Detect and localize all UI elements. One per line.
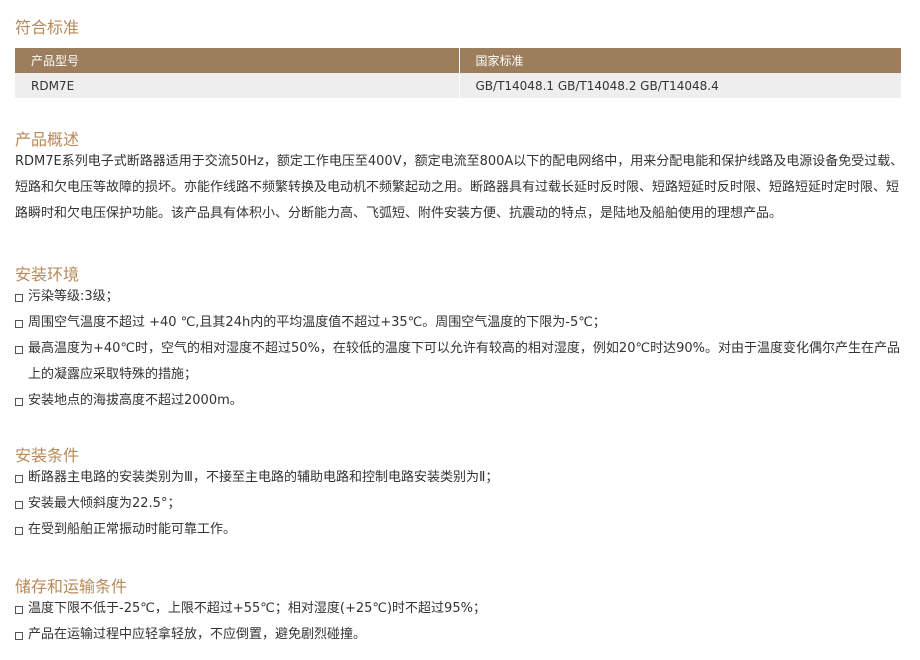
list-item: 安装最大倾斜度为22.5°； <box>15 491 910 517</box>
list-item-text: 最高温度为+40℃时，空气的相对湿度不超过50%，在较低的温度下可以允许有较高的… <box>28 341 900 382</box>
storage-title: 储存和运输条件 <box>15 577 128 596</box>
table-header-row: 产品型号 国家标准 <box>15 48 901 73</box>
header-national-standard: 国家标准 <box>459 48 901 73</box>
list-item-text: 周围空气温度不超过 +40 ℃,且其24h内的平均温度值不超过+35℃。周围空气… <box>28 315 606 330</box>
list-item-text: 安装地点的海拔高度不超过2000m。 <box>28 393 243 408</box>
checkbox-square-icon <box>15 606 23 614</box>
checkbox-square-icon <box>15 475 23 483</box>
standards-table: 产品型号 国家标准 RDM7E GB/T14048.1 GB/T14048.2 … <box>15 48 901 98</box>
checkbox-square-icon <box>15 294 23 302</box>
list-item-text: 产品在运输过程中应轻拿轻放，不应倒置，避免剧烈碰撞。 <box>28 627 367 642</box>
conditions-title: 安装条件 <box>15 446 80 465</box>
checkbox-square-icon <box>15 320 23 328</box>
checkbox-square-icon <box>15 632 23 640</box>
standards-title: 符合标准 <box>15 18 80 37</box>
header-product-model: 产品型号 <box>15 48 460 73</box>
list-item: 污染等级:3级； <box>15 284 910 310</box>
environment-title: 安装环境 <box>15 265 80 284</box>
list-item: 产品在运输过程中应轻拿轻放，不应倒置，避免剧烈碰撞。 <box>15 622 910 648</box>
list-item: 断路器主电路的安装类别为Ⅲ，不接至主电路的辅助电路和控制电路安装类别为Ⅱ； <box>15 465 910 491</box>
checkbox-square-icon <box>15 398 23 406</box>
overview-text: RDM7E系列电子式断路器适用于交流50Hz，额定工作电压至400V，额定电流至… <box>15 154 904 221</box>
checkbox-square-icon <box>15 527 23 535</box>
checkbox-square-icon <box>15 346 23 354</box>
list-item-text: 污染等级:3级； <box>28 289 119 304</box>
list-item-text: 安装最大倾斜度为22.5°； <box>28 496 181 511</box>
overview-title: 产品概述 <box>15 130 80 149</box>
checkbox-square-icon <box>15 501 23 509</box>
list-item: 安装地点的海拔高度不超过2000m。 <box>15 388 910 414</box>
conditions-list: 断路器主电路的安装类别为Ⅲ，不接至主电路的辅助电路和控制电路安装类别为Ⅱ； 安装… <box>15 465 910 543</box>
list-item: 最高温度为+40℃时，空气的相对湿度不超过50%，在较低的温度下可以允许有较高的… <box>15 336 910 388</box>
cell-product-model: RDM7E <box>15 73 460 98</box>
cell-national-standard: GB/T14048.1 GB/T14048.2 GB/T14048.4 <box>459 73 901 98</box>
list-item-text: 断路器主电路的安装类别为Ⅲ，不接至主电路的辅助电路和控制电路安装类别为Ⅱ； <box>28 470 499 485</box>
environment-list: 污染等级:3级； 周围空气温度不超过 +40 ℃,且其24h内的平均温度值不超过… <box>15 284 910 414</box>
list-item-text: 温度下限不低于-25℃，上限不超过+55℃；相对湿度(+25℃)时不超过95%； <box>28 601 486 616</box>
list-item: 温度下限不低于-25℃，上限不超过+55℃；相对湿度(+25℃)时不超过95%； <box>15 596 910 622</box>
list-item: 周围空气温度不超过 +40 ℃,且其24h内的平均温度值不超过+35℃。周围空气… <box>15 310 910 336</box>
list-item: 在受到船舶正常振动时能可靠工作。 <box>15 517 910 543</box>
list-item-text: 在受到船舶正常振动时能可靠工作。 <box>28 522 237 537</box>
storage-list: 温度下限不低于-25℃，上限不超过+55℃；相对湿度(+25℃)时不超过95%；… <box>15 596 910 648</box>
table-row: RDM7E GB/T14048.1 GB/T14048.2 GB/T14048.… <box>15 73 901 98</box>
